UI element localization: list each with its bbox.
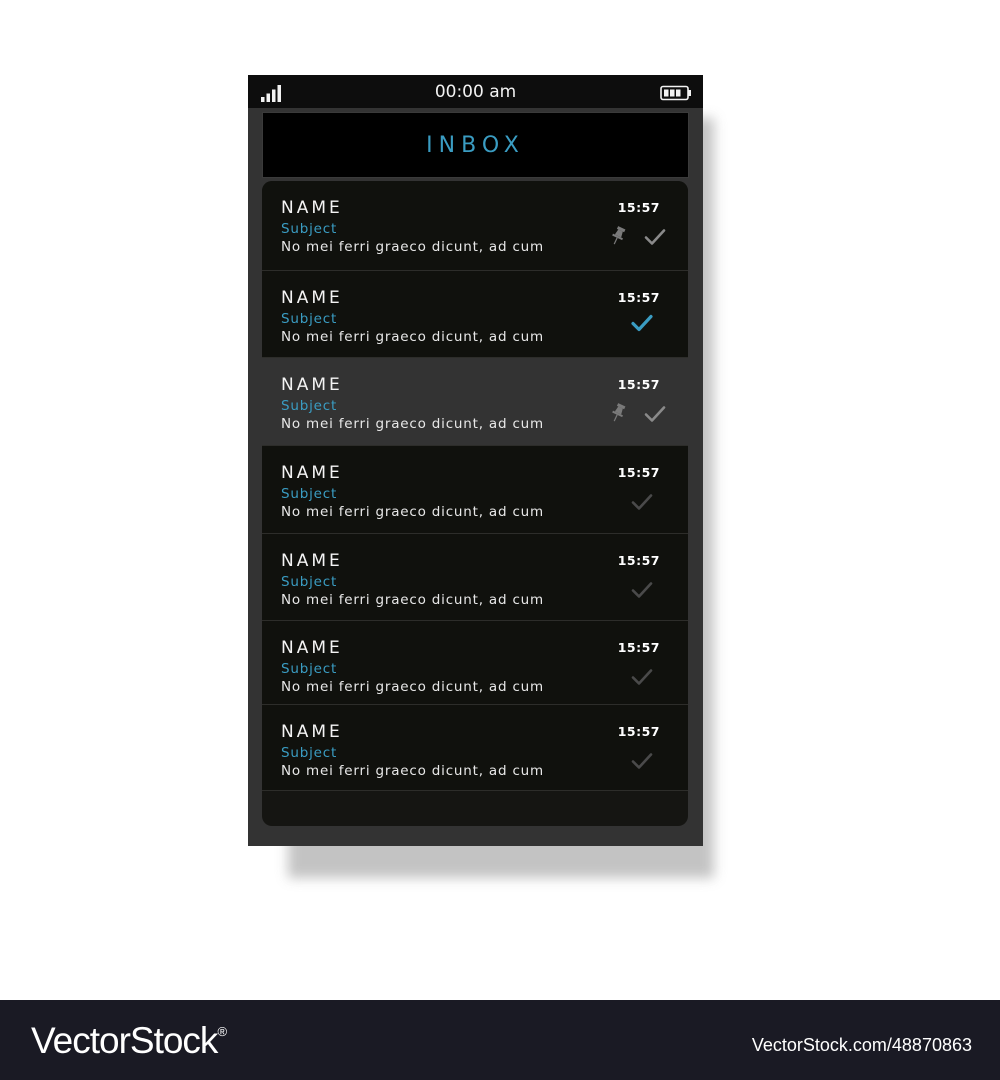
sender-name: NAME: [281, 288, 343, 308]
watermark-brand-text: VectorStock: [31, 1020, 218, 1061]
registered-mark: ®: [217, 1024, 227, 1039]
sender-name: NAME: [281, 551, 343, 571]
message-time: 15:57: [617, 553, 660, 568]
message-row[interactable]: NAME Subject No mei ferri graeco dicunt, a…: [262, 358, 688, 446]
message-time: 15:57: [617, 290, 660, 305]
message-time: 15:57: [617, 465, 660, 480]
sender-name: NAME: [281, 375, 343, 395]
sender-name: NAME: [281, 722, 343, 742]
status-bar: 00:00 am: [248, 75, 703, 108]
message-row[interactable]: NAME Subject No mei ferri graeco dicunt, a…: [262, 181, 688, 271]
message-preview: No mei ferri graeco dicunt, ad cum: [281, 504, 544, 520]
message-preview: No mei ferri graeco dicunt, ad cum: [281, 239, 544, 255]
message-time: 15:57: [617, 640, 660, 655]
message-time: 15:57: [617, 377, 660, 392]
inbox-title: INBOX: [426, 133, 525, 158]
phone-frame: 00:00 am INBOX NAME Subject No mei ferri g…: [248, 75, 703, 846]
message-time: 15:57: [617, 724, 660, 739]
message-preview: No mei ferri graeco dicunt, ad cum: [281, 763, 544, 779]
message-subject: Subject: [281, 745, 338, 761]
pin-icon[interactable]: [610, 403, 626, 423]
watermark-brand: VectorStock®: [31, 1020, 227, 1062]
message-preview: No mei ferri graeco dicunt, ad cum: [281, 329, 544, 345]
message-preview: No mei ferri graeco dicunt, ad cum: [281, 592, 544, 608]
sender-name: NAME: [281, 638, 343, 658]
message-subject: Subject: [281, 574, 338, 590]
sender-name: NAME: [281, 463, 343, 483]
message-row[interactable]: NAME Subject No mei ferri graeco dicunt, a…: [262, 534, 688, 621]
check-icon[interactable]: [631, 752, 653, 770]
check-icon[interactable]: [644, 405, 666, 423]
message-row[interactable]: NAME Subject No mei ferri graeco dicunt, a…: [262, 271, 688, 358]
message-subject: Subject: [281, 398, 338, 414]
message-preview: No mei ferri graeco dicunt, ad cum: [281, 679, 544, 695]
message-row[interactable]: NAME Subject No mei ferri graeco dicunt, a…: [262, 705, 688, 791]
message-list: NAME Subject No mei ferri graeco dicunt, a…: [262, 181, 688, 826]
message-subject: Subject: [281, 486, 338, 502]
check-icon[interactable]: [631, 581, 653, 599]
message-preview: No mei ferri graeco dicunt, ad cum: [281, 416, 544, 432]
message-row[interactable]: NAME Subject No mei ferri graeco dicunt, a…: [262, 621, 688, 705]
pin-icon[interactable]: [610, 226, 626, 246]
watermark-image-id: VectorStock.com/48870863: [751, 1035, 972, 1055]
sender-name: NAME: [281, 198, 343, 218]
message-time: 15:57: [617, 200, 660, 215]
message-subject: Subject: [281, 661, 338, 677]
check-icon[interactable]: [644, 228, 666, 246]
inbox-header: INBOX: [262, 112, 689, 178]
message-subject: Subject: [281, 221, 338, 237]
check-icon[interactable]: [631, 314, 653, 332]
check-icon[interactable]: [631, 668, 653, 686]
message-subject: Subject: [281, 311, 338, 327]
battery-icon: [660, 85, 691, 101]
check-icon[interactable]: [631, 493, 653, 511]
watermark-bar: VectorStock® VectorStock.com/48870863: [0, 1000, 1000, 1080]
message-row[interactable]: NAME Subject No mei ferri graeco dicunt, a…: [262, 446, 688, 534]
status-clock: 00:00 am: [434, 82, 517, 102]
